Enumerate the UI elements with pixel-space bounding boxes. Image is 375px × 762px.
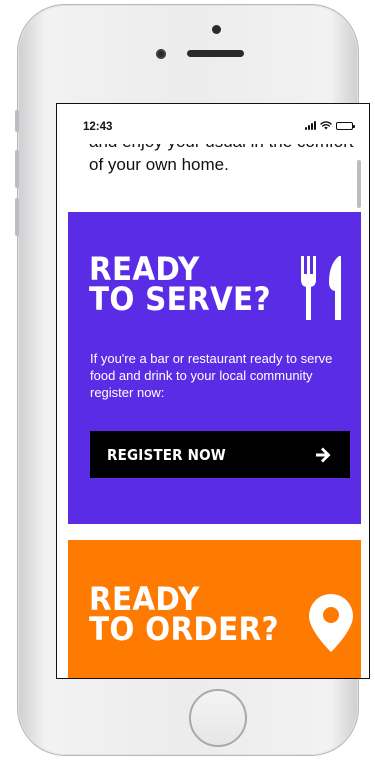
battery-icon bbox=[336, 121, 355, 130]
ready-to-order-card: READY TO ORDER? bbox=[68, 540, 361, 678]
earpiece-speaker bbox=[187, 50, 244, 57]
status-bar: 12:43 bbox=[57, 104, 369, 144]
mute-switch bbox=[15, 110, 19, 132]
status-time: 12:43 bbox=[83, 121, 113, 133]
serve-card-title: READY TO SERVE? bbox=[89, 253, 271, 318]
phone-screen: and enjoy your usual in the comfort of y… bbox=[56, 103, 370, 679]
wifi-icon bbox=[320, 121, 332, 130]
register-now-label: REGISTER NOW bbox=[107, 445, 226, 464]
signal-icon bbox=[305, 121, 316, 130]
phone-frame: and enjoy your usual in the comfort of y… bbox=[17, 4, 370, 756]
order-title-line-2: TO ORDER? bbox=[89, 610, 279, 648]
ready-to-serve-card: READY TO SERVE? If you're a bar or resta… bbox=[68, 212, 361, 524]
serve-card-description: If you're a bar or restaurant ready to s… bbox=[90, 351, 333, 400]
power-button bbox=[357, 160, 361, 208]
arrow-right-icon bbox=[315, 447, 333, 463]
status-icons bbox=[305, 121, 355, 130]
front-camera bbox=[156, 49, 166, 59]
volume-down-button bbox=[15, 198, 19, 236]
cutlery-icon bbox=[299, 256, 351, 325]
proximity-sensor bbox=[212, 25, 221, 34]
order-card-title: READY TO ORDER? bbox=[89, 583, 279, 648]
location-pin-icon bbox=[309, 594, 353, 657]
volume-up-button bbox=[15, 150, 19, 188]
home-button[interactable] bbox=[189, 689, 247, 747]
serve-title-line-2: TO SERVE? bbox=[89, 280, 271, 318]
register-now-button[interactable]: REGISTER NOW bbox=[90, 431, 350, 478]
